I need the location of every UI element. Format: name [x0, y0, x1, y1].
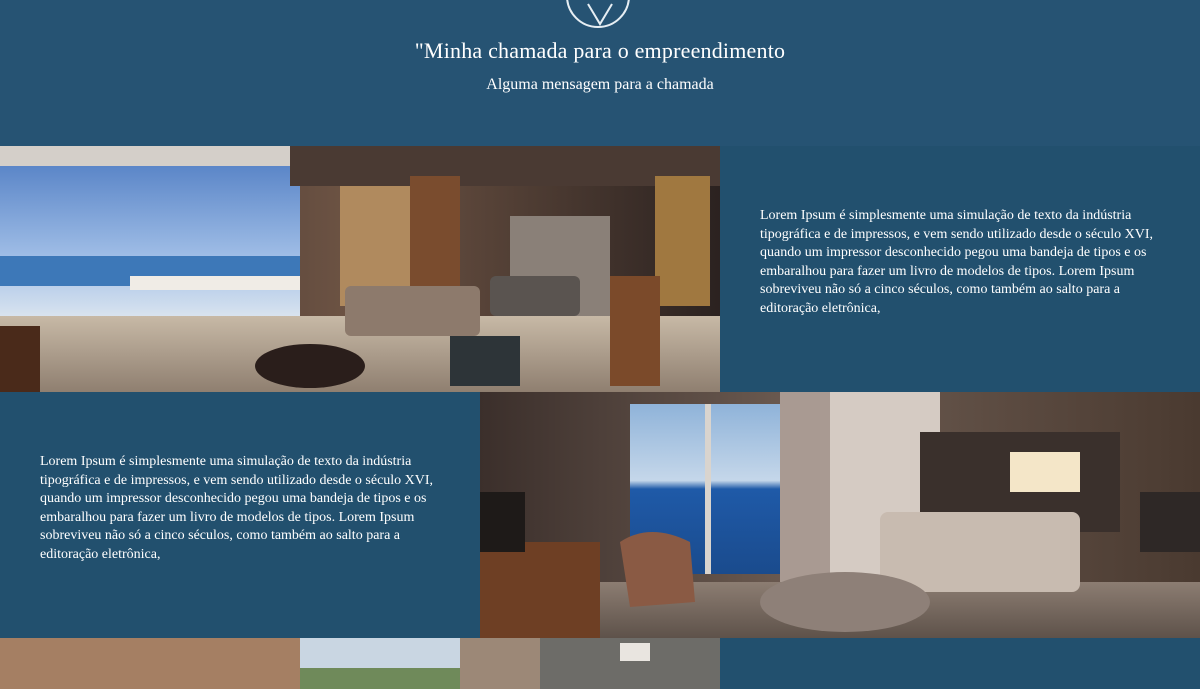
feature-image-living-dining: [0, 146, 720, 392]
feature-image-balcony: [0, 638, 720, 689]
feature-text-1: Lorem Ipsum é simplesmente uma simulação…: [760, 208, 1154, 316]
feature-row-1: Lorem Ipsum é simplesmente uma simulação…: [0, 146, 1200, 392]
feature-text-2: Lorem Ipsum é simplesmente uma simulação…: [40, 454, 434, 562]
hero-section: "Minha chamada para o empreendimento Alg…: [0, 0, 1200, 146]
feature-row-2: Lorem Ipsum é simplesmente uma simulação…: [0, 392, 1200, 638]
hero-title: "Minha chamada para o empreendimento: [414, 38, 786, 63]
feature-row-3: [0, 638, 1200, 689]
checkmark-chevron-icon: [566, 0, 630, 28]
feature-image-ocean-living: [480, 392, 1200, 638]
hero-subtitle: Alguma mensagem para a chamada: [486, 76, 714, 93]
